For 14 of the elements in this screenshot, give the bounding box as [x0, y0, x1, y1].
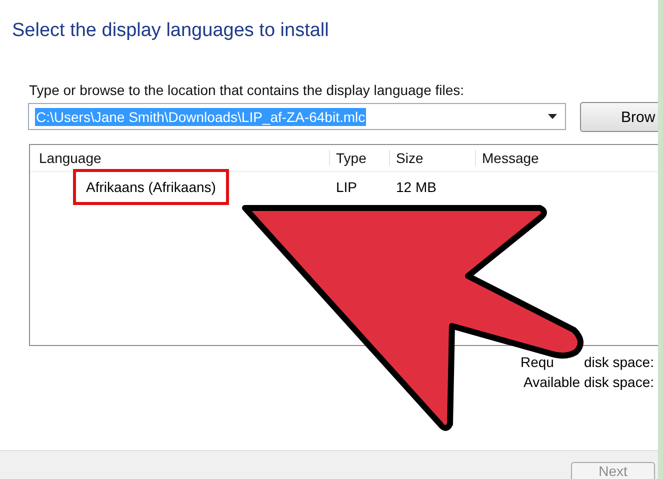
location-label: Type or browse to the location that contains the display language files:	[29, 82, 466, 98]
dropdown-caret-icon[interactable]	[548, 114, 557, 119]
disk-space-label: Available disk space:	[524, 374, 654, 390]
column-header[interactable]: Message	[475, 150, 602, 166]
type-cell-text: LIP	[335, 179, 358, 195]
column-header[interactable]: Language	[30, 150, 329, 166]
language-name[interactable]: Afrikaans (Afrikaans)	[73, 169, 229, 205]
size-cell-text: 12 MB	[395, 179, 438, 195]
disk-space-label: disk space:	[584, 354, 654, 370]
page-title: Select the display languages to install	[12, 20, 330, 42]
column-header[interactable]: Type	[329, 150, 389, 166]
column-header[interactable]: Size	[389, 150, 475, 166]
browse-button[interactable]: Brow	[580, 102, 658, 132]
disk-space-label: Requ	[520, 354, 554, 370]
